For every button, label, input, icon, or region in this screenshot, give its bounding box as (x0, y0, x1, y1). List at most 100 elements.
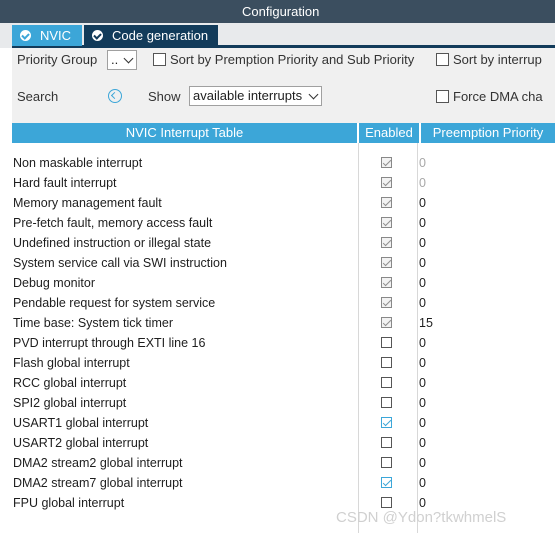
table-row[interactable]: SPI2 global interrupt 0 (12, 393, 555, 413)
interrupt-name: Debug monitor (13, 276, 95, 290)
interrupt-name: Flash global interrupt (13, 356, 130, 370)
preemption-priority-value[interactable]: 0 (419, 456, 426, 470)
table-row[interactable]: USART2 global interrupt 0 (12, 433, 555, 453)
chevron-down-icon (308, 89, 319, 100)
table-row[interactable]: Undefined instruction or illegal state 0 (12, 233, 555, 253)
window-titlebar: Configuration (0, 0, 555, 23)
preemption-priority-value[interactable]: 0 (419, 256, 426, 270)
interrupt-name: Memory management fault (13, 196, 162, 210)
enabled-checkbox (381, 297, 392, 308)
chevron-down-icon (123, 53, 134, 64)
enabled-checkbox (381, 177, 392, 188)
interrupt-name: Pendable request for system service (13, 296, 216, 310)
priority-group-value: .. (111, 52, 119, 67)
preemption-priority-value[interactable]: 0 (419, 216, 426, 230)
table-row[interactable]: Pendable request for system service 0 (12, 293, 555, 313)
enabled-checkbox (381, 277, 392, 288)
table-row[interactable]: PVD interrupt through EXTI line 16 0 (12, 333, 555, 353)
table-row[interactable]: Memory management fault 0 (12, 193, 555, 213)
preemption-priority-value[interactable]: 0 (419, 496, 426, 510)
interrupt-name: System service call via SWI instruction (13, 256, 227, 270)
enabled-checkbox (381, 217, 392, 228)
sort-interrupts-label: Sort by interrup (453, 52, 542, 67)
interrupt-name: USART1 global interrupt (13, 416, 149, 430)
tab-code-generation-label: Code generation (112, 28, 209, 43)
table-row[interactable]: System service call via SWI instruction 0 (12, 253, 555, 273)
sort-priority-checkbox[interactable] (153, 53, 166, 66)
search-icon[interactable] (108, 89, 122, 103)
interrupt-name: USART2 global interrupt (13, 436, 149, 450)
interrupt-name: DMA2 stream7 global interrupt (13, 476, 183, 490)
preemption-priority-value[interactable]: 0 (419, 156, 426, 170)
preemption-priority-value[interactable]: 0 (419, 396, 426, 410)
enabled-checkbox (381, 317, 392, 328)
preemption-priority-value[interactable]: 0 (419, 336, 426, 350)
show-label: Show (148, 89, 181, 104)
enabled-checkbox (381, 257, 392, 268)
preemption-priority-value[interactable]: 0 (419, 356, 426, 370)
force-dma-label: Force DMA cha (453, 89, 543, 104)
preemption-priority-value[interactable]: 0 (419, 276, 426, 290)
enabled-checkbox[interactable] (381, 497, 392, 508)
interrupt-table: Non maskable interrupt 0 Hard fault interr… (12, 143, 555, 533)
show-select[interactable]: available interrupts (189, 86, 322, 106)
enabled-checkbox[interactable] (381, 397, 392, 408)
table-header: NVIC Interrupt Table Enabled Preemption … (12, 123, 555, 143)
preemption-priority-value[interactable]: 0 (419, 236, 426, 250)
table-row[interactable]: Time base: System tick timer 15 (12, 313, 555, 333)
priority-group-select[interactable]: .. (107, 50, 137, 70)
enabled-checkbox[interactable] (381, 437, 392, 448)
interrupt-name: DMA2 stream2 global interrupt (13, 456, 183, 470)
preemption-priority-value[interactable]: 0 (419, 376, 426, 390)
enabled-checkbox (381, 197, 392, 208)
enabled-checkbox[interactable] (381, 477, 392, 488)
table-row[interactable]: USART1 global interrupt 0 (12, 413, 555, 433)
check-circle-icon (92, 30, 103, 41)
table-row[interactable]: Debug monitor 0 (12, 273, 555, 293)
sort-interrupts-checkbox[interactable] (436, 53, 449, 66)
preemption-priority-value[interactable]: 0 (419, 436, 426, 450)
interrupt-name: PVD interrupt through EXTI line 16 (13, 336, 206, 350)
enabled-checkbox (381, 157, 392, 168)
tab-nvic-label: NVIC (40, 28, 72, 43)
table-row[interactable]: Pre-fetch fault, memory access fault 0 (12, 213, 555, 233)
search-label: Search (17, 89, 59, 104)
column-header-interrupt[interactable]: NVIC Interrupt Table (12, 123, 357, 143)
tab-bar: NVIC Code generation (0, 23, 555, 48)
preemption-priority-value[interactable]: 0 (419, 476, 426, 490)
priority-group-label: Priority Group (17, 52, 98, 67)
table-row[interactable]: DMA2 stream7 global interrupt 0 (12, 473, 555, 493)
check-circle-icon (20, 30, 31, 41)
force-dma-checkbox[interactable] (436, 90, 449, 103)
table-row[interactable]: RCC global interrupt 0 (12, 373, 555, 393)
interrupt-name: RCC global interrupt (13, 376, 127, 390)
table-row[interactable]: Flash global interrupt 0 (12, 353, 555, 373)
table-row[interactable]: Non maskable interrupt 0 (12, 153, 555, 173)
window-title: Configuration (242, 4, 320, 19)
table-row[interactable]: Hard fault interrupt 0 (12, 173, 555, 193)
show-value: available interrupts (193, 88, 303, 103)
preemption-priority-value[interactable]: 0 (419, 196, 426, 210)
preemption-priority-value[interactable]: 0 (419, 176, 426, 190)
enabled-checkbox (381, 237, 392, 248)
interrupt-name: Non maskable interrupt (13, 156, 143, 170)
column-header-preemption[interactable]: Preemption Priority (421, 123, 555, 143)
interrupt-name: Undefined instruction or illegal state (13, 236, 212, 250)
tab-code-generation[interactable]: Code generation (84, 25, 218, 46)
tab-nvic[interactable]: NVIC (12, 25, 82, 46)
interrupt-name: SPI2 global interrupt (13, 396, 127, 410)
table-row[interactable]: DMA2 stream2 global interrupt 0 (12, 453, 555, 473)
column-header-enabled[interactable]: Enabled (359, 123, 419, 143)
enabled-checkbox[interactable] (381, 377, 392, 388)
enabled-checkbox[interactable] (381, 337, 392, 348)
watermark: CSDN @Ydon?tkwhmelS (336, 509, 507, 526)
preemption-priority-value[interactable]: 0 (419, 296, 426, 310)
interrupt-name: FPU global interrupt (13, 496, 125, 510)
enabled-checkbox[interactable] (381, 417, 392, 428)
enabled-checkbox[interactable] (381, 457, 392, 468)
interrupt-name: Time base: System tick timer (13, 316, 173, 330)
preemption-priority-value[interactable]: 0 (419, 416, 426, 430)
enabled-checkbox[interactable] (381, 357, 392, 368)
interrupt-name: Pre-fetch fault, memory access fault (13, 216, 213, 230)
preemption-priority-value[interactable]: 15 (419, 316, 433, 330)
